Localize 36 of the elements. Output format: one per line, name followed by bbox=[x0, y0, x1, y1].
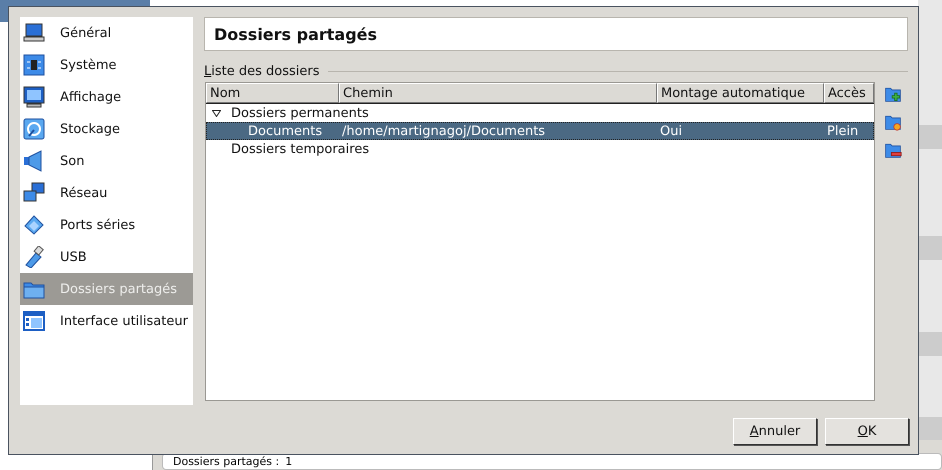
group-label[interactable]: Dossiers temporaires bbox=[231, 142, 370, 156]
section-label: Liste des dossiers bbox=[204, 64, 320, 78]
monitor-icon bbox=[23, 86, 45, 108]
laptop-icon bbox=[23, 22, 45, 44]
table-cell-text: Plein bbox=[826, 124, 860, 138]
column-header[interactable]: Montage automatique bbox=[657, 83, 824, 103]
sidebar-item[interactable]: USB bbox=[20, 241, 193, 273]
chip-icon bbox=[23, 54, 45, 76]
column-header[interactable]: Accès bbox=[824, 83, 874, 103]
column-header[interactable]: Nom bbox=[206, 83, 339, 103]
group-label[interactable]: Dossiers permanents bbox=[231, 106, 369, 120]
edit-folder-icon[interactable] bbox=[884, 113, 902, 131]
page-title: Dossiers partagés bbox=[204, 17, 908, 51]
status-value: 1 bbox=[285, 455, 292, 468]
add-folder-icon[interactable] bbox=[884, 85, 902, 103]
remove-folder-icon[interactable] bbox=[884, 141, 902, 159]
column-header[interactable]: Chemin bbox=[339, 83, 657, 103]
sidebar-item[interactable]: Son bbox=[20, 145, 193, 177]
sidebar-item[interactable]: Affichage bbox=[20, 81, 193, 113]
dialog-button[interactable]: OK bbox=[825, 418, 909, 445]
folder-row[interactable]: Documents /home/martignagoj/Documents Oui Plein bbox=[206, 122, 874, 140]
sidebar-item[interactable]: Interface utilisateur bbox=[20, 305, 193, 337]
sidebar-item[interactable]: Réseau bbox=[20, 177, 193, 209]
sidebar-item[interactable]: Stockage bbox=[20, 113, 193, 145]
table-cell-text: Documents bbox=[247, 124, 324, 138]
dialog-button[interactable]: Annuler bbox=[733, 418, 817, 445]
status-label: Dossiers partagés : bbox=[173, 455, 280, 468]
sidebar-item[interactable]: Ports séries bbox=[20, 209, 193, 241]
sidebar-item[interactable]: Système bbox=[20, 49, 193, 81]
usb-icon bbox=[23, 246, 45, 268]
table-cell-text: /home/martignagoj/Documents bbox=[341, 124, 546, 138]
expander-icon[interactable] bbox=[212, 110, 221, 116]
network-icon bbox=[23, 182, 45, 204]
sidebar-item[interactable]: Général bbox=[20, 17, 193, 49]
window-icon bbox=[23, 310, 45, 332]
table-cell-text: Oui bbox=[659, 124, 684, 138]
